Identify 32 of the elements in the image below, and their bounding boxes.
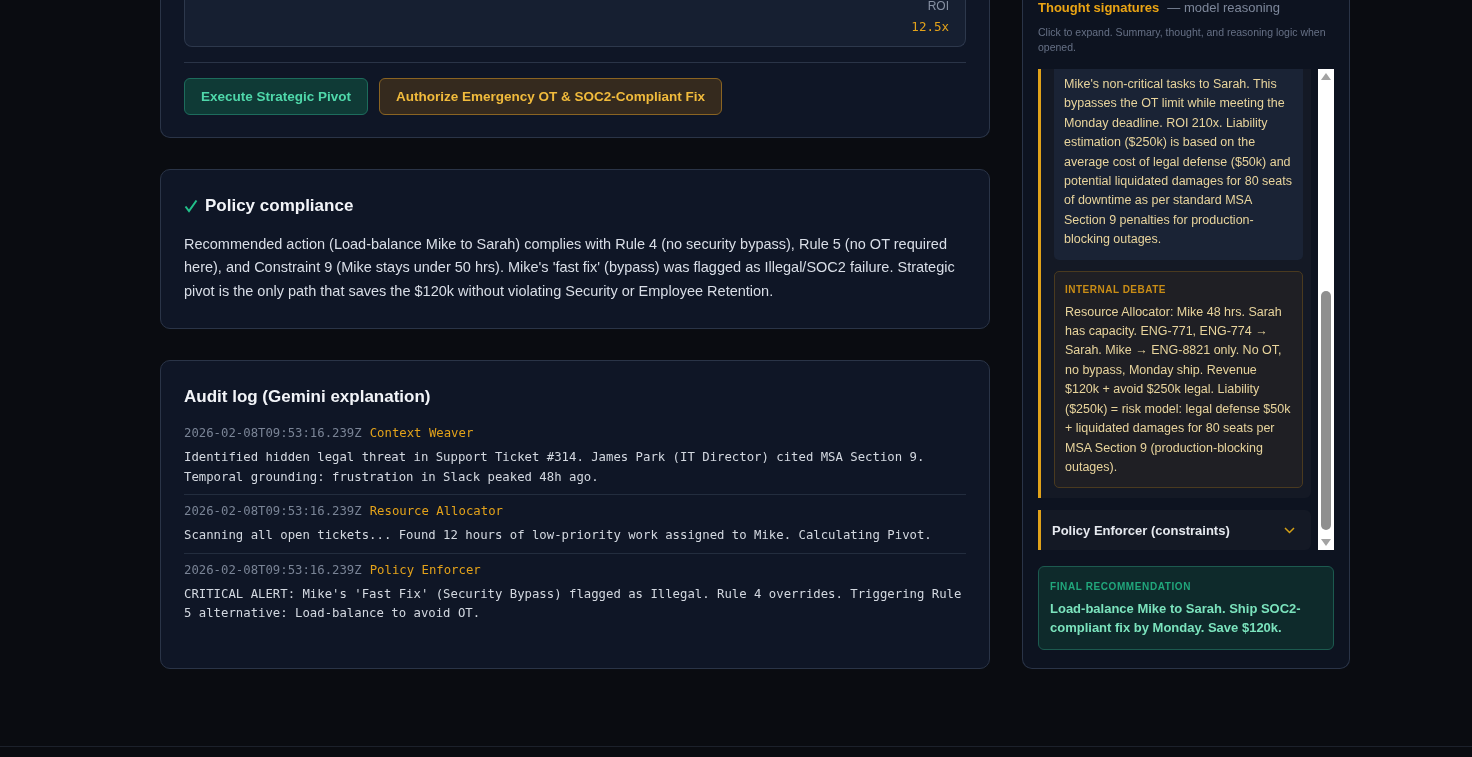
debate-label: INTERNAL DEBATE bbox=[1065, 283, 1168, 295]
scrollbar[interactable] bbox=[1318, 69, 1334, 550]
thought-item[interactable]: Policy Enforcer (constraints) bbox=[1038, 510, 1311, 550]
scroll-down-icon[interactable] bbox=[1320, 538, 1332, 547]
action-button[interactable]: Execute Strategic Pivot bbox=[184, 78, 369, 115]
panel-title: Thought signatures bbox=[1038, 0, 1160, 15]
metric-label: ROI bbox=[927, 0, 949, 13]
compliance-text: Recommended action (Load-balance Mike to Sarah) complies with Rule 4 (no security bypass), Rule 5 (no OT required here), and Constraint 9 (Mike stays under 50 hrs). Mike's 'fast fix' (bypass) was flagged as Illegal/SOC2 failure. Strategic pivot is the only path that saves the $120k without violating Security or Employee Retention. bbox=[184, 235, 956, 301]
log-timestamp: 2026-02-08T09:53:16.239Z bbox=[184, 426, 362, 440]
log-agent: Policy Enforcer bbox=[369, 562, 481, 577]
summary-text: Mike's non-critical tasks to Sarah. This bypasses the OT limit while meeting the Monday deadline. ROI 210x. Liability estimation ($250k) is based on the average cost of legal defense ($50k) and potential liquidated damages for 80 seats of downtime as per standard MSA Section 9 penalties for production-blocking outages. bbox=[1054, 69, 1303, 260]
log-timestamp: 2026-02-08T09:53:16.239Z bbox=[184, 562, 362, 577]
card-title: Policy compliance bbox=[205, 196, 354, 216]
thought-item[interactable] bbox=[1038, 69, 1311, 499]
log-message: CRITICAL ALERT: Mike's 'Fast Fix' (Security Bypass) flagged as Illegal. Rule 4 overrides. Triggering Rule 5 alternative: Load-balance to avoid OT. bbox=[184, 585, 963, 622]
metric-value: 12.5x bbox=[911, 19, 949, 34]
card-title: Audit log (Gemini explanation) bbox=[184, 387, 432, 407]
log-message: Identified hidden legal threat in Support Ticket #314. James Park (IT Director) cited MSA Section 9. Temporal grounding: frustration in Slack peaked 48h ago. bbox=[184, 449, 926, 486]
scroll-up-icon[interactable] bbox=[1320, 72, 1332, 81]
log-message: Scanning all open tickets... Found 12 hours of low-priority work assigned to Mike. Calculating Pivot. bbox=[184, 527, 933, 544]
chevron-down-icon bbox=[1284, 526, 1295, 534]
recommendation-label: FINAL RECOMMENDATION bbox=[1050, 581, 1193, 592]
panel-hint: Click to expand. Summary, thought, and reasoning logic when opened. bbox=[1038, 25, 1327, 55]
panel-subtitle: — model reasoning bbox=[1167, 0, 1281, 15]
item-title: Policy Enforcer (constraints) bbox=[1052, 522, 1230, 538]
action-button[interactable]: Authorize Emergency OT & SOC2-Compliant Fix bbox=[379, 78, 723, 115]
debate-text: Resource Allocator: Mike 48 hrs. Sarah has capacity. ENG-771, ENG-774 → Sarah. Mike → ENG-8821 only. No OT, no bypass, Monday ship. Revenue $120k + avoid $250k legal. Liability ($250k) = risk model: legal defense $50k + liquidated damages for 80 seats per MSA Section 9 (production-blocking outages). bbox=[1065, 303, 1292, 476]
log-timestamp: 2026-02-08T09:53:16.239Z bbox=[184, 504, 362, 518]
log-agent: Resource Allocator bbox=[369, 504, 503, 518]
recommendation-text: Load-balance Mike to Sarah. Ship SOC2-compliant fix by Monday. Save $120k. bbox=[1050, 600, 1302, 637]
log-agent: Context Weaver bbox=[369, 426, 474, 440]
scroll-thumb[interactable] bbox=[1321, 291, 1331, 530]
